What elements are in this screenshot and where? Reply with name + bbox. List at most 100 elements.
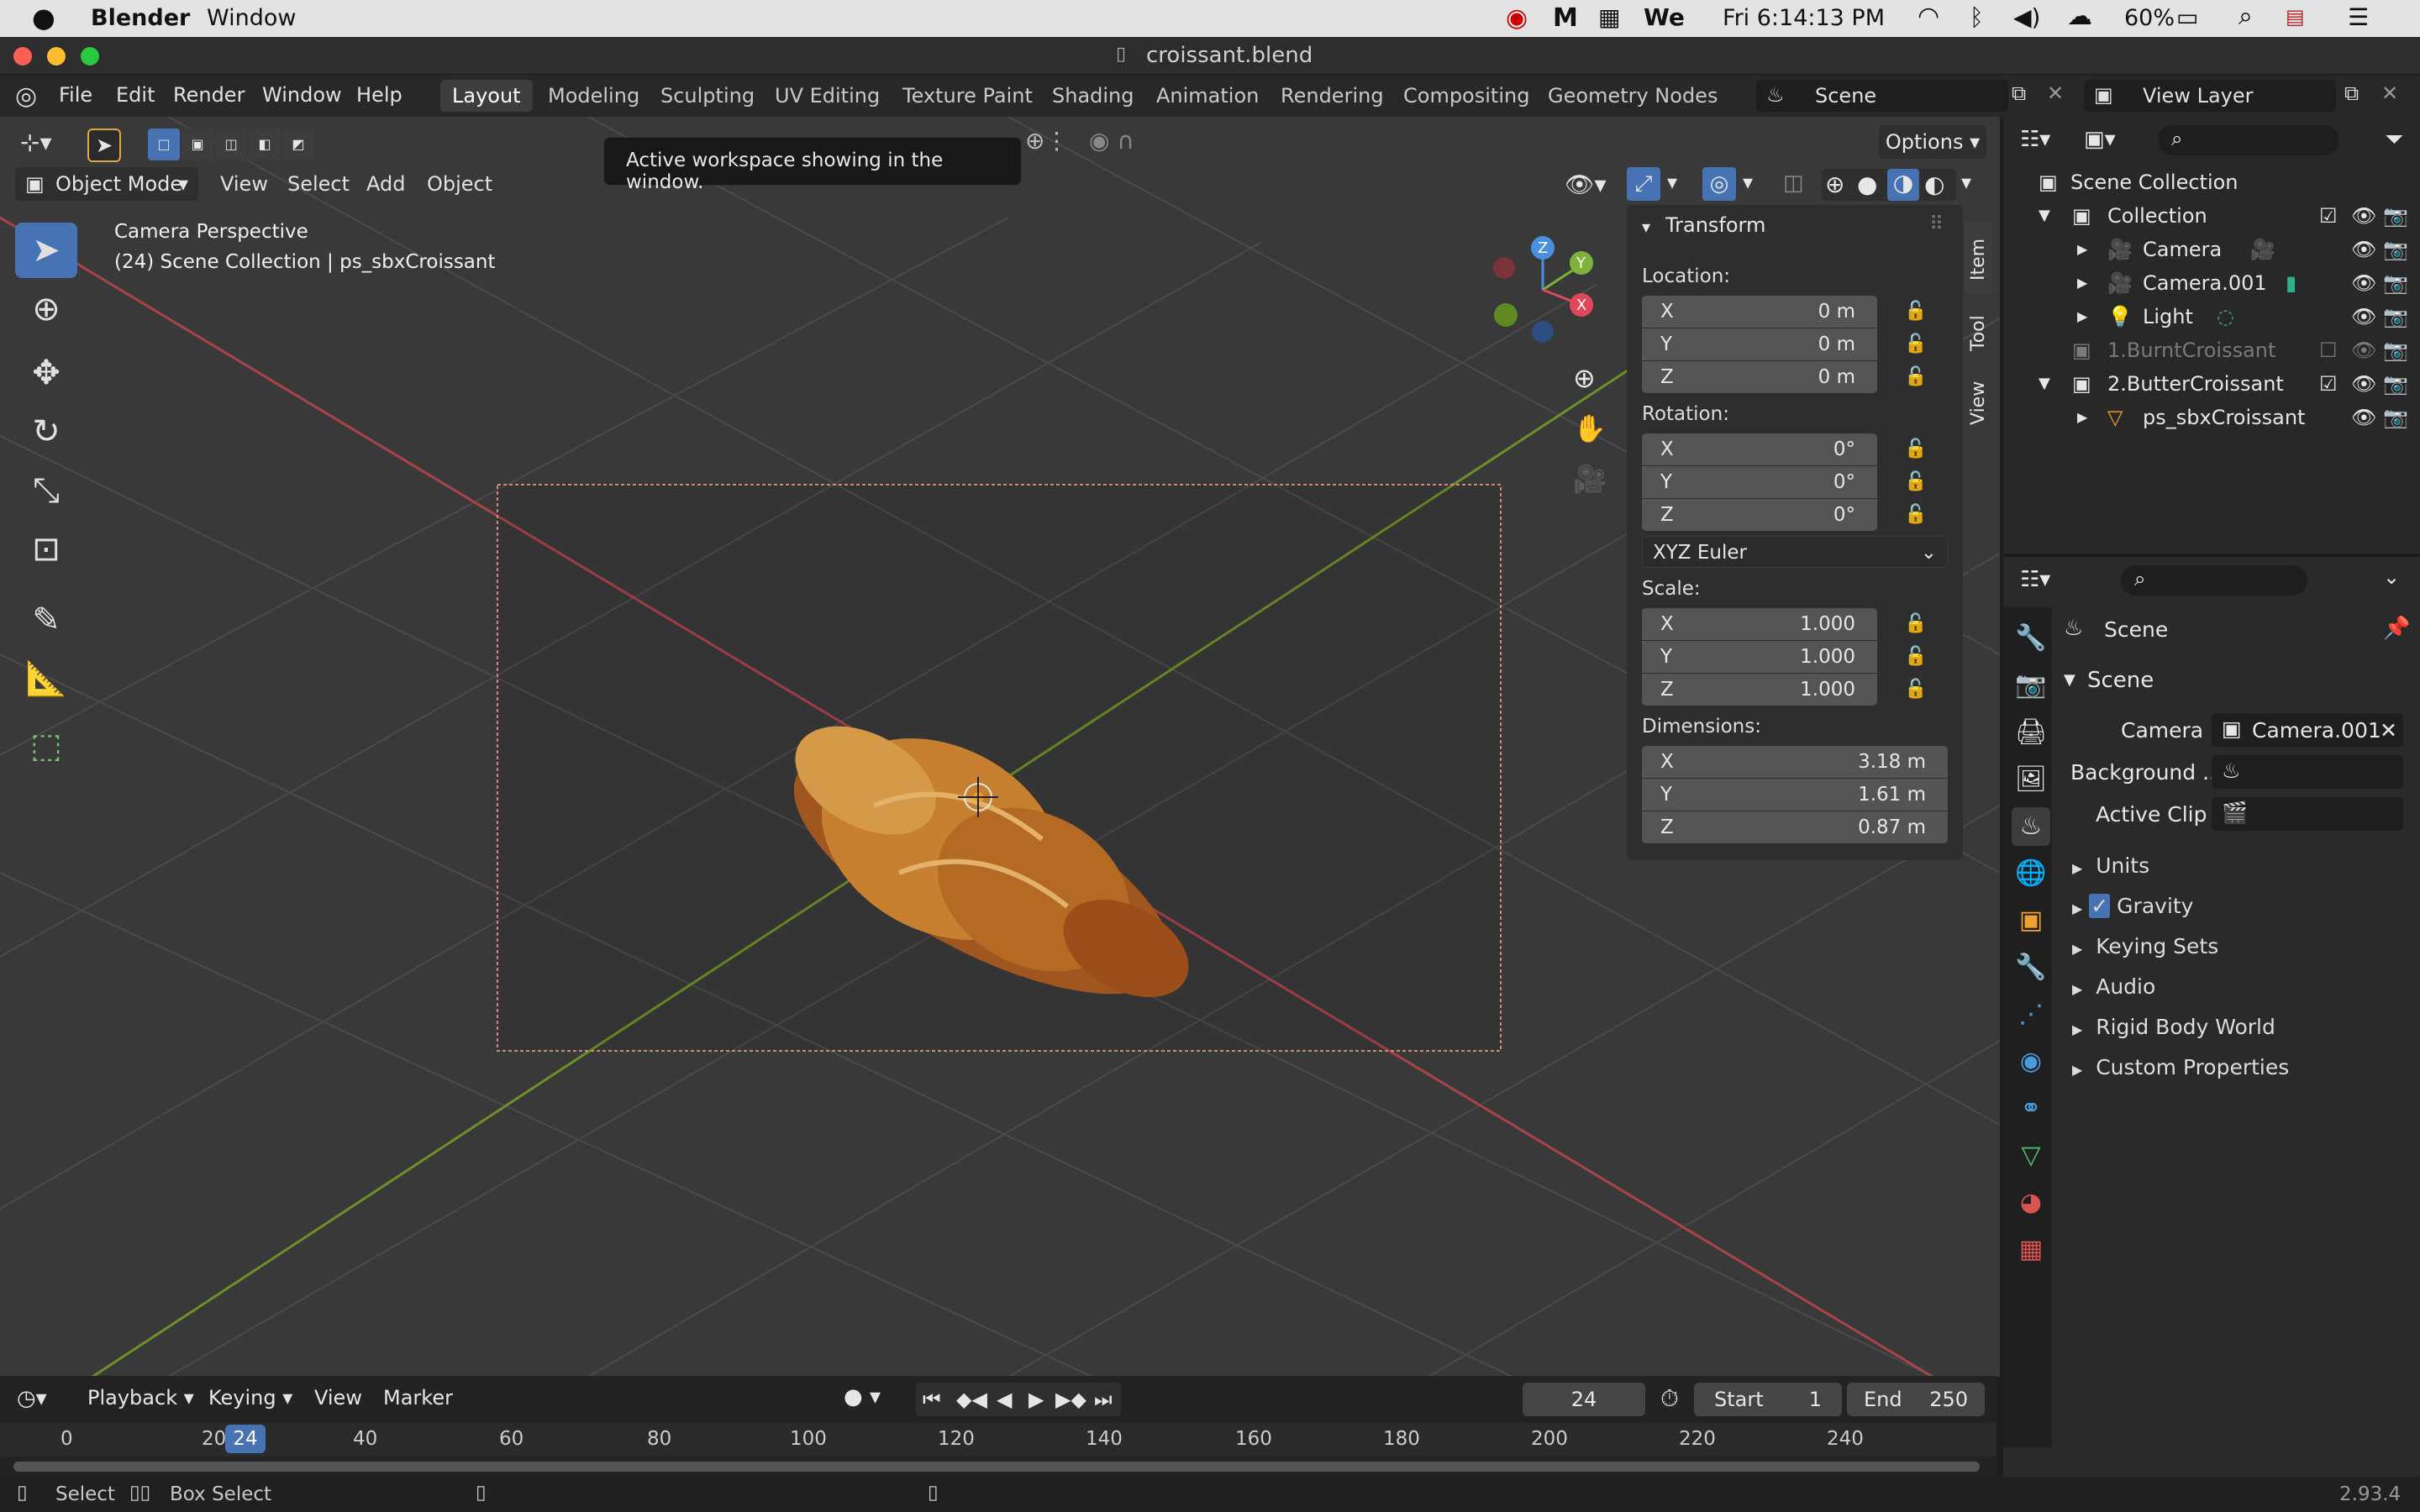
expand-icon[interactable]: ▼	[2039, 199, 2050, 233]
display-mode-icon[interactable]: ▣▾	[2084, 127, 2116, 152]
zoom-window-button[interactable]	[81, 47, 99, 66]
clear-icon[interactable]: ✕	[2380, 718, 2397, 743]
new-view-layer-icon[interactable]: ⧉	[2344, 81, 2359, 105]
frame-ruler[interactable]: 0 20 40 60 80 100 120 140 160 180 200 22…	[0, 1423, 1996, 1457]
rotation-x-field[interactable]: X 0°	[1642, 433, 1877, 465]
panel-collapse-icon[interactable]: ▾	[1642, 217, 1650, 237]
tab-modeling[interactable]: Modeling	[536, 80, 651, 112]
search-icon[interactable]: ⌕	[2238, 2, 2253, 31]
editor-type-icon[interactable]: ⊹▾	[20, 129, 52, 156]
annotate-tool[interactable]: ✎	[15, 592, 77, 648]
section-units[interactable]: ▶ Units	[2072, 849, 2149, 883]
eye-icon[interactable]: 👁	[2351, 233, 2376, 266]
gizmo-toggle-icon[interactable]: ⤢	[1627, 167, 1660, 201]
menu-window[interactable]: Window	[262, 83, 342, 107]
panel-collapse-icon[interactable]: ▼	[2064, 671, 2075, 689]
dimensions-x-field[interactable]: X 3.18 m	[1642, 746, 1948, 778]
scene-selector[interactable]: ♨ Scene	[1756, 80, 2008, 112]
overlays-toggle-icon[interactable]: ◎	[1702, 167, 1736, 201]
section-gravity[interactable]: ▶ ✓ Gravity	[2072, 890, 2193, 923]
battery-icon[interactable]: ▭	[2176, 3, 2198, 31]
tab-compositing[interactable]: Compositing	[1392, 80, 1541, 112]
select-subtract-icon[interactable]: ◫	[215, 129, 247, 160]
constraints-properties-icon[interactable]: ⚭	[2012, 1089, 2050, 1128]
location-x-field[interactable]: X 0 m	[1642, 296, 1877, 328]
jump-start-icon[interactable]: ⏮	[923, 1388, 941, 1411]
filter-icon[interactable]: ⏷	[2385, 125, 2403, 154]
gizmo-dropdown-icon[interactable]: ▾	[1667, 171, 1677, 194]
app-menu[interactable]: Blender	[91, 5, 190, 31]
shading-mode-group[interactable]: ⊕ ● ◑ ◐	[1822, 169, 1956, 201]
mm-icon[interactable]: M	[1553, 3, 1578, 33]
properties-editor-icon[interactable]: ☷▾	[2020, 567, 2050, 592]
expand-icon[interactable]: ▶	[2077, 401, 2087, 434]
options-dropdown[interactable]: Options ▾	[1879, 125, 1986, 159]
select-new-icon[interactable]: □	[148, 129, 180, 160]
scale-z-field[interactable]: Z 1.000	[1642, 674, 1877, 706]
menu-select[interactable]: Select	[287, 172, 350, 196]
minimize-window-button[interactable]	[47, 47, 66, 66]
section-rigid-body-world[interactable]: ▶ Rigid Body World	[2072, 1011, 2275, 1044]
control-center-icon[interactable]: ☰	[2348, 3, 2369, 31]
properties-search-input[interactable]: ⌕	[2121, 565, 2307, 596]
camera-render-icon[interactable]: 📷	[2383, 266, 2408, 300]
output-properties-icon[interactable]: 🖨	[2012, 713, 2050, 752]
camera-render-icon[interactable]: 📷	[2383, 233, 2408, 266]
expand-icon[interactable]: ▶	[2077, 233, 2087, 266]
menu-marker[interactable]: Marker	[383, 1386, 453, 1410]
select-extend-icon[interactable]: ▣	[182, 129, 213, 160]
tab-geometry-nodes[interactable]: Geometry Nodes	[1536, 80, 1729, 112]
lock-icon[interactable]: 🔓	[1904, 679, 1928, 700]
solid-shading-icon[interactable]: ●	[1857, 171, 1877, 198]
menu-playback[interactable]: Playback ▾	[87, 1386, 194, 1410]
camera-render-icon[interactable]: 📷	[2383, 300, 2408, 333]
tab-texture-paint[interactable]: Texture Paint	[891, 80, 1044, 112]
outliner-row-camera-001[interactable]: ▶ 🎥 Camera.001 ▮ 👁 📷	[2003, 266, 2420, 300]
mode-dropdown[interactable]: ▣ Object Mode ▾	[15, 167, 198, 201]
scale-y-field[interactable]: Y 1.000	[1642, 641, 1877, 673]
outliner-search-input[interactable]: ⌕	[2158, 125, 2339, 155]
checkbox-icon[interactable]: ☑	[2319, 367, 2338, 401]
rendered-shading-icon[interactable]: ◐	[1924, 171, 1944, 198]
scene-panel-title[interactable]: Scene	[2087, 668, 2154, 693]
timeline-editor-icon[interactable]: ◷▾	[17, 1386, 47, 1411]
menu-help[interactable]: Help	[356, 83, 402, 107]
proportional-edit-icon[interactable]: ◉ ∩	[1089, 127, 1134, 155]
remove-view-layer-icon[interactable]: ✕	[2381, 81, 2398, 105]
active-clip-field[interactable]: 🎬	[2212, 797, 2403, 831]
menu-render[interactable]: Render	[173, 83, 245, 107]
drag-handle-icon[interactable]: ⠿	[1929, 213, 1944, 235]
expand-icon[interactable]: ▶	[2077, 266, 2087, 300]
select-invert-icon[interactable]: ◧	[249, 129, 281, 160]
expand-icon[interactable]: ▼	[2039, 367, 2050, 401]
checkbox-icon[interactable]: ☑	[2319, 199, 2338, 233]
section-audio[interactable]: ▶ Audio	[2072, 970, 2155, 1004]
chevron-down-icon[interactable]: ⌄	[2383, 565, 2400, 589]
prev-keyframe-icon[interactable]: ◆◀	[956, 1388, 987, 1411]
new-scene-icon[interactable]: ⧉	[2012, 81, 2026, 105]
dimensions-z-field[interactable]: Z 0.87 m	[1642, 811, 1948, 843]
grid-app-icon[interactable]: ▦	[1598, 3, 1620, 31]
lock-icon[interactable]: 🔓	[1904, 504, 1928, 525]
zoom-icon[interactable]: ⊕	[1573, 362, 1596, 394]
particles-properties-icon[interactable]: ⋰	[2012, 995, 2050, 1034]
auto-keying-icon[interactable]: ● ▾	[844, 1384, 881, 1410]
tab-animation[interactable]: Animation	[1144, 80, 1270, 112]
view-layer-properties-icon[interactable]: 🖼	[2012, 760, 2050, 799]
camera-render-icon[interactable]: 📷	[2383, 199, 2408, 233]
lock-icon[interactable]: 🔓	[1904, 613, 1928, 634]
move-tool[interactable]: ✥	[15, 345, 77, 401]
eye-icon[interactable]: 👁	[2351, 401, 2376, 434]
play-icon[interactable]: ▶	[1028, 1388, 1044, 1411]
menu-edit[interactable]: Edit	[116, 83, 155, 107]
transform-tool[interactable]: ⊡	[15, 522, 77, 577]
outliner-row-butter-croissant[interactable]: ▼ ▣ 2.ButterCroissant ☑ 👁 📷	[2003, 367, 2420, 401]
lock-icon[interactable]: 🔓	[1904, 438, 1928, 459]
camera-field[interactable]: ▣ Camera.001 ✕	[2212, 713, 2403, 747]
add-cube-tool[interactable]: ⬚	[15, 718, 77, 774]
tab-sculpting[interactable]: Sculpting	[649, 80, 766, 112]
volume-icon[interactable]: ◀)	[2013, 3, 2040, 31]
wireframe-shading-icon[interactable]: ⊕	[1825, 171, 1844, 198]
scale-tool[interactable]: ⤡	[15, 463, 77, 518]
eye-icon[interactable]: 👁	[2351, 367, 2376, 401]
